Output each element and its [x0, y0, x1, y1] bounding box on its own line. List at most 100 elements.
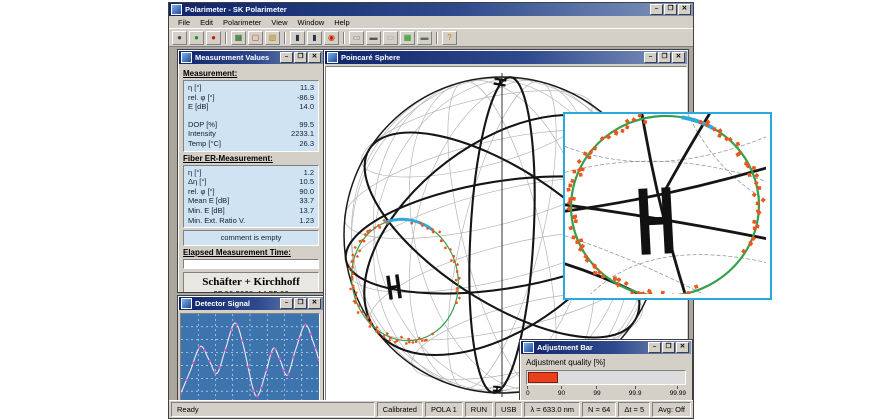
scale-tick-99.99: 99.99	[670, 386, 686, 397]
toolbar-button-2[interactable]: ●	[206, 31, 221, 45]
minimize-button[interactable]: –	[280, 52, 293, 63]
toolbar-separator	[225, 32, 227, 44]
toolbar-separator	[284, 32, 286, 44]
measurement-value: 26.3	[299, 139, 314, 149]
toolbar-button-10[interactable]: ◉	[324, 31, 339, 45]
close-button[interactable]: ✕	[308, 52, 321, 63]
measurement-value: 99.5	[299, 120, 314, 130]
status-field-7: Avg: Off	[652, 402, 691, 417]
toolbar-button-16[interactable]: ▬	[417, 31, 432, 45]
measurement-value: 13.7	[299, 206, 314, 216]
maximize-button[interactable]: ❐	[294, 298, 307, 309]
measurement-row: Min. E [dB] 13.7	[188, 206, 314, 216]
adjustment-bar-controls: –❐✕	[648, 342, 689, 353]
detector-signal-window-icon	[181, 298, 192, 309]
main-titlebar[interactable]: Polarimeter - SK Polarimeter –❐✕	[169, 3, 693, 16]
measurement-label: Δη [°]	[188, 177, 206, 187]
detector-signal-plot	[178, 311, 324, 400]
measurement-values-titlebar[interactable]: Measurement Values –❐✕	[179, 51, 323, 64]
minimize-button[interactable]: –	[280, 298, 293, 309]
brand-name: Schäfter + Kirchhoff	[185, 276, 317, 288]
measurement-values-title: Measurement Values	[195, 53, 277, 62]
adjustment-bar-window-icon	[523, 342, 534, 353]
menu-item-edit[interactable]: Edit	[195, 17, 218, 28]
minimize-button[interactable]: –	[648, 342, 661, 353]
maximize-button[interactable]: ❐	[662, 342, 675, 353]
measurement-values-window-icon	[181, 52, 192, 63]
measurement-row: Temp [°C]26.3	[188, 139, 314, 149]
maximize-button[interactable]: ❐	[664, 4, 677, 15]
menu-bar: FileEditPolarimeterViewWindowHelp	[169, 16, 693, 28]
toolbar-button-9[interactable]: ▮	[307, 31, 322, 45]
measurement-row: Mean E [dB]33.7	[188, 196, 314, 206]
measurement-row: Δη [°]10.5	[188, 177, 314, 187]
toolbar-button-4[interactable]: ▦	[231, 31, 246, 45]
toolbar-button-6[interactable]: ▧	[265, 31, 280, 45]
toolbar-button-1[interactable]: ●	[189, 31, 204, 45]
measurement-label: Min. E [dB]	[188, 206, 225, 216]
toolbar-button-18[interactable]: ?	[442, 31, 457, 45]
close-button[interactable]: ✕	[678, 4, 691, 15]
measurement-row: rel. φ [°]-86.9	[188, 93, 314, 103]
toolbar-button-5[interactable]: ▢	[248, 31, 263, 45]
toolbar-button-14[interactable]: ▭	[383, 31, 398, 45]
measurement-value: 33.7	[299, 196, 314, 206]
measurement-row: rel. φ [°]90.0	[188, 187, 314, 197]
scale-tick-99: 99	[593, 386, 600, 397]
poincare-sphere-titlebar[interactable]: Poincaré Sphere –❐✕	[325, 51, 687, 64]
measurement-value: 11.3	[300, 83, 314, 93]
status-field-3: USB	[495, 402, 522, 417]
measurement-value: 1.2	[304, 168, 314, 178]
minimize-button[interactable]: –	[644, 52, 657, 63]
menu-item-file[interactable]: File	[173, 17, 195, 28]
toolbar-button-12[interactable]: ▭	[349, 31, 364, 45]
maximize-button[interactable]: ❐	[294, 52, 307, 63]
elapsed-time-field	[183, 259, 319, 269]
measurement-values-window: Measurement Values –❐✕ Measurement: η [°…	[177, 49, 325, 293]
comment-box: comment is empty	[183, 230, 319, 246]
detector-signal-titlebar[interactable]: Detector Signal –❐✕	[179, 297, 323, 310]
measurement-values-content: Measurement: η [°] 11.3rel. φ [°]-86.9E […	[178, 65, 324, 292]
toolbar-button-8[interactable]: ▮	[290, 31, 305, 45]
measurement-heading: Measurement:	[183, 69, 319, 78]
measurement-row: Min. Ext. Ratio V.1.23	[188, 216, 314, 226]
status-bar: ReadyCalibratedPOLA 1RUNUSBλ = 633.0 nmN…	[169, 400, 693, 418]
elapsed-time-label: Elapsed Measurement Time:	[183, 248, 319, 257]
menu-item-view[interactable]: View	[266, 17, 292, 28]
measurement-value: 2233.1	[291, 129, 314, 139]
adjustment-quality-label: Adjustment quality [%]	[526, 358, 686, 367]
adjustment-quality-fill	[528, 372, 558, 383]
toolbar-button-13[interactable]: ▬	[366, 31, 381, 45]
zoom-inset-diagram	[565, 114, 766, 294]
measurement-label: rel. φ [°]	[188, 93, 215, 103]
zoom-inset-overlay	[563, 112, 772, 300]
adjustment-bar-titlebar[interactable]: Adjustment Bar –❐✕	[521, 341, 691, 354]
close-button[interactable]: ✕	[676, 342, 689, 353]
measurement-label: E [dB]	[188, 102, 208, 112]
close-button[interactable]: ✕	[672, 52, 685, 63]
measurement-row: η [°]1.2	[188, 168, 314, 178]
poincare-sphere-title: Poincaré Sphere	[341, 53, 641, 62]
adjustment-quality-scale: 0909999.999.99	[526, 386, 686, 397]
maximize-button[interactable]: ❐	[658, 52, 671, 63]
fiber-er-heading: Fiber ER-Measurement:	[183, 154, 319, 163]
status-message: Ready	[171, 402, 375, 417]
adjustment-quality-progressbar	[526, 370, 686, 385]
status-field-4: λ = 633.0 nm	[524, 402, 580, 417]
adjustment-bar-window: Adjustment Bar –❐✕ Adjustment quality [%…	[519, 339, 693, 400]
menu-item-polarimeter[interactable]: Polarimeter	[218, 17, 266, 28]
window-title: Polarimeter - SK Polarimeter	[185, 5, 647, 14]
toolbar-separator	[343, 32, 345, 44]
detector-signal-window: Detector Signal –❐✕	[177, 295, 325, 400]
menu-item-window[interactable]: Window	[293, 17, 330, 28]
measurement-label: η [°]	[188, 83, 201, 93]
scale-tick-90: 90	[558, 386, 565, 397]
measurement-label: DOP [%]	[188, 120, 217, 130]
toolbar-button-15[interactable]: ▦	[400, 31, 415, 45]
minimize-button[interactable]: –	[650, 4, 663, 15]
close-button[interactable]: ✕	[308, 298, 321, 309]
toolbar-button-0[interactable]: ●	[172, 31, 187, 45]
adjustment-bar-content: Adjustment quality [%] 0909999.999.99	[520, 355, 692, 400]
menu-item-help[interactable]: Help	[329, 17, 354, 28]
toolbar: ●●●▦▢▧▮▮◉▭▬▭▦▬?	[169, 28, 693, 47]
